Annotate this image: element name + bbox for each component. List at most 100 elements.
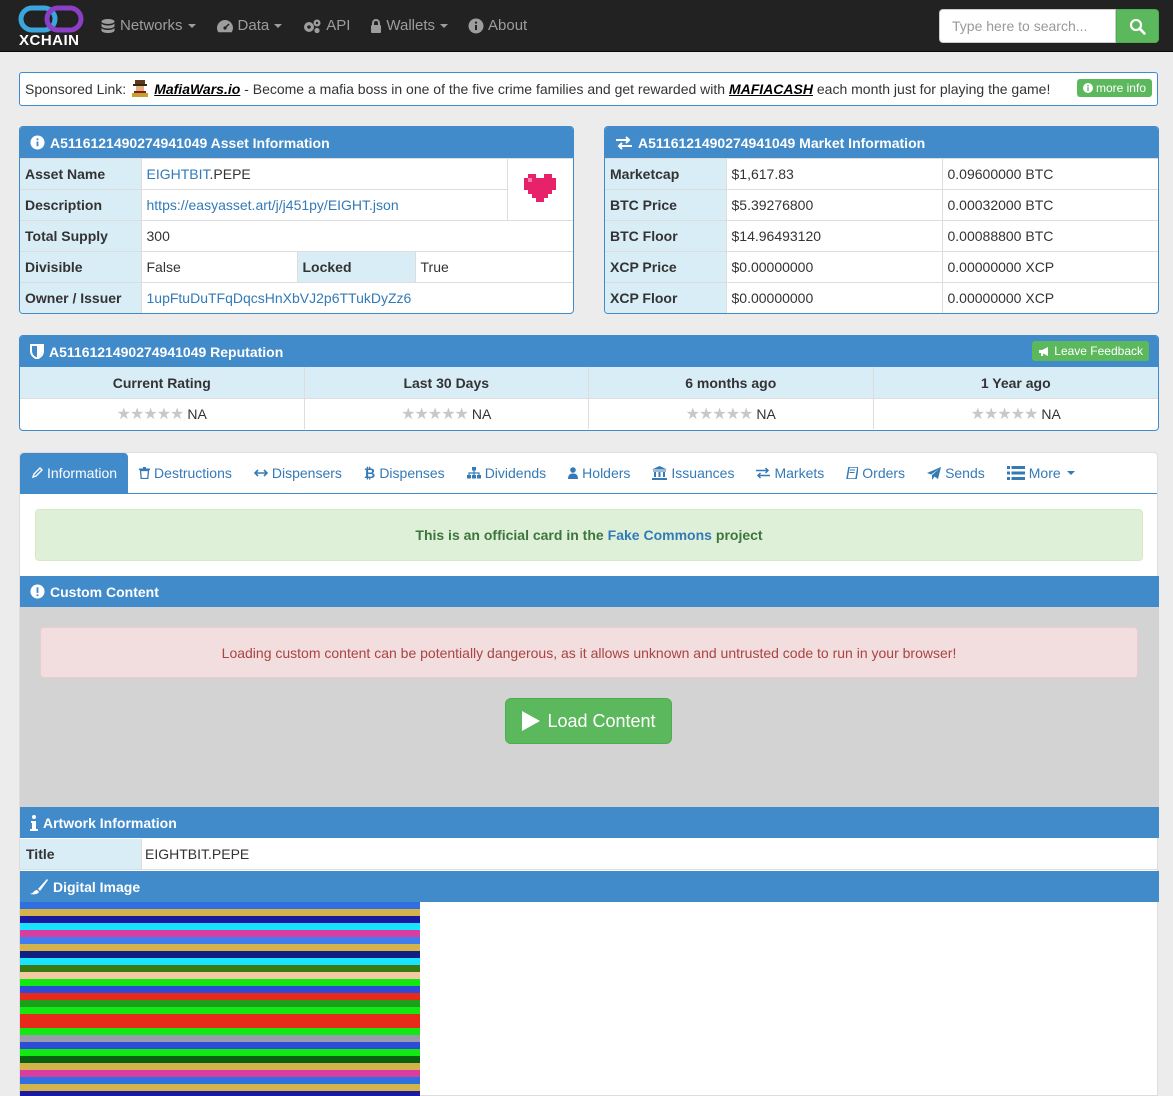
nav-wallets[interactable]: Wallets (370, 0, 449, 52)
heart-icon (524, 174, 557, 202)
bullhorn-icon (1039, 346, 1049, 356)
fake-commons-link[interactable]: Fake Commons (608, 527, 712, 543)
market-row: BTC Price $5.39276800 0.00032000 BTC (605, 189, 1158, 221)
reputation-title: A5116121490274941049 Reputation (49, 343, 284, 360)
market-row-usd: $14.96493120 (726, 220, 943, 252)
market-information-heading: A5116121490274941049 Market Information (605, 127, 1158, 158)
more-info-button[interactable]: more info (1076, 79, 1152, 97)
market-row-label: XCP Floor (605, 282, 727, 313)
info-circle-icon (30, 135, 45, 150)
tab-label: More (1028, 465, 1061, 481)
asset-name-row: Asset Name EIGHTBIT.PEPE (20, 158, 573, 221)
tab-issuances[interactable]: Issuances (641, 453, 745, 493)
star-rating-icon: ★★★★★ (970, 406, 1039, 423)
artwork-information-title: Artwork Information (43, 814, 177, 831)
locked-label: Locked (297, 251, 416, 283)
arrows-h-icon (253, 469, 268, 477)
image-stripe (20, 916, 420, 923)
rep-value-cell: ★★★★★ NA (873, 398, 1158, 429)
tab-label: Markets (774, 465, 825, 481)
load-content-button[interactable]: Load Content (505, 698, 672, 744)
description-link[interactable]: https://easyasset.art/j/j451py/EIGHT.jso… (147, 197, 399, 213)
custom-content-warning: Loading custom content can be potentiall… (40, 627, 1138, 678)
image-stripe (20, 944, 420, 951)
custom-content-title: Custom Content (50, 583, 159, 600)
more-info-label: more info (1095, 81, 1146, 95)
image-stripe (20, 1084, 420, 1091)
artwork-title-label: Title (20, 839, 142, 869)
tab-label: Dispensers (271, 465, 342, 481)
tab-sends[interactable]: Sends (916, 453, 996, 493)
user-icon (568, 467, 579, 479)
digital-image[interactable] (20, 902, 420, 1096)
sitemap-icon (466, 467, 481, 479)
total-supply-value: 300 (141, 220, 573, 252)
nav-about[interactable]: About (468, 0, 527, 52)
tab-more[interactable]: More (996, 453, 1086, 493)
info-icon (1082, 83, 1093, 93)
tabs-divider (20, 493, 1157, 494)
divisible-value: False (141, 251, 298, 283)
image-stripe (20, 979, 420, 986)
sponsor-text-1: - Become a mafia boss in one of the five… (240, 81, 729, 97)
asset-information-panel: A5116121490274941049 Asset Information A… (19, 126, 574, 314)
market-row-label: BTC Price (605, 189, 727, 221)
sponsor-token-link[interactable]: MAFIACASH (729, 81, 813, 97)
image-stripe (20, 930, 420, 937)
sponsor-link[interactable]: MafiaWars.io (154, 81, 240, 97)
market-row-crypto: 0.00032000 BTC (942, 189, 1158, 221)
pencil-icon (31, 467, 43, 479)
search-icon (1129, 18, 1146, 35)
sponsor-text-2: each month just for playing the game! (812, 81, 1051, 97)
load-content-label: Load Content (547, 710, 656, 731)
tab-label: Issuances (671, 465, 735, 481)
tab-information[interactable]: Information (20, 453, 129, 493)
search-button[interactable] (1116, 9, 1159, 43)
leave-feedback-button[interactable]: Leave Feedback (1032, 341, 1149, 361)
market-information-title: A5116121490274941049 Market Information (638, 134, 926, 151)
dashboard-icon (216, 18, 234, 34)
tab-holders[interactable]: Holders (557, 453, 641, 493)
xchain-logo-icon (18, 5, 84, 32)
nav-networks[interactable]: Networks (100, 0, 196, 52)
image-stripe (20, 1091, 420, 1096)
reputation-heading: A5116121490274941049 Reputation Leave Fe… (20, 336, 1158, 367)
image-stripe (20, 1056, 420, 1063)
divisible-label: Divisible (20, 251, 142, 283)
image-stripe (20, 1070, 420, 1077)
nav-api[interactable]: API (302, 0, 350, 52)
market-row: XCP Floor $0.00000000 0.00000000 XCP (605, 282, 1158, 313)
image-stripe (20, 1042, 420, 1049)
rep-header: Last 30 Days (304, 367, 589, 398)
rep-value-cell: ★★★★★ NA (20, 398, 305, 429)
tab-dispensers[interactable]: Dispensers (243, 453, 353, 493)
rep-value: NA (1041, 406, 1061, 422)
sponsor-prefix: Sponsored Link: (25, 81, 127, 97)
market-row-crypto: 0.00088800 BTC (942, 220, 1158, 252)
custom-content-body: Loading custom content can be potentiall… (20, 607, 1159, 808)
owner-address-link[interactable]: 1upFtuDuTFqDqcsHnXbVJ2p6TTukDyZz6 (147, 290, 412, 306)
tab-dividends[interactable]: Dividends (456, 453, 557, 493)
asset-information-heading: A5116121490274941049 Asset Information (20, 127, 573, 158)
tab-dispenses[interactable]: ₿ Dispenses (353, 453, 456, 493)
market-row-crypto: 0.00000000 XCP (942, 251, 1158, 283)
owner-value: 1upFtuDuTFqDqcsHnXbVJ2p6TTukDyZz6 (141, 282, 573, 313)
total-supply-label: Total Supply (20, 220, 142, 252)
nav-networks-label: Networks (120, 17, 183, 34)
search-input[interactable] (939, 9, 1116, 43)
book-icon (846, 467, 859, 479)
tab-orders[interactable]: Orders (835, 453, 916, 493)
brand-logo[interactable]: XCHAIN (0, 0, 100, 52)
nav-data[interactable]: Data (216, 0, 283, 52)
tab-label: Dispenses (379, 465, 445, 481)
market-row-label: XCP Price (605, 251, 727, 283)
tab-markets[interactable]: Markets (745, 453, 835, 493)
official-card-pre: This is an official card in the (415, 527, 604, 543)
image-stripe (20, 1014, 420, 1021)
favorite-cell[interactable] (507, 158, 573, 221)
tab-destructions[interactable]: Destructions (128, 453, 243, 493)
asset-name-link[interactable]: EIGHTBIT (147, 166, 210, 182)
total-supply-row: Total Supply 300 (20, 220, 573, 252)
nav-about-label: About (488, 17, 528, 34)
market-row-label: Marketcap (605, 158, 727, 190)
